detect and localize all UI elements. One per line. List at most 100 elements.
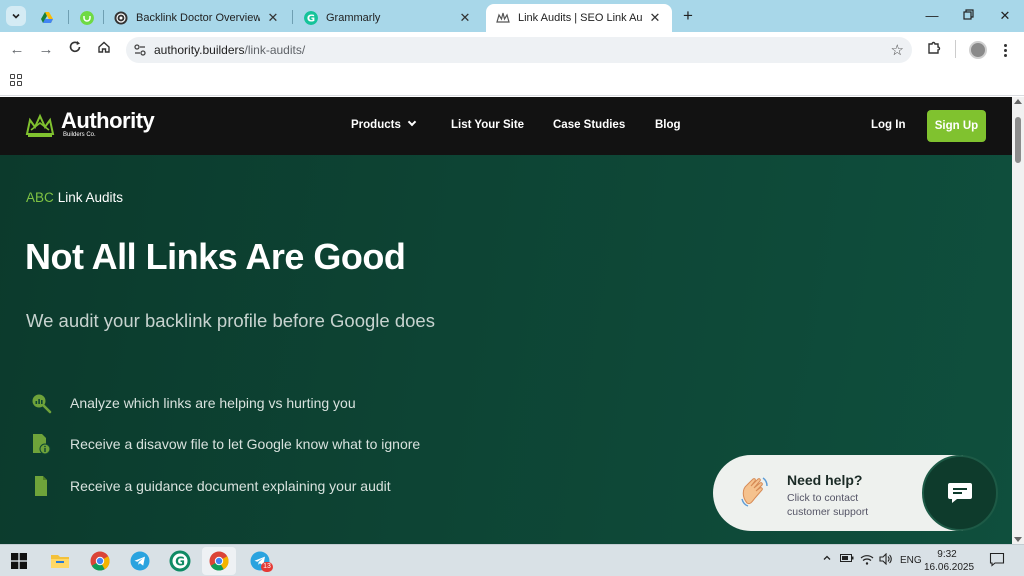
- scrollbar-thumb[interactable]: [1015, 117, 1021, 163]
- battery-icon[interactable]: [840, 553, 854, 566]
- tray-chevron-up-icon[interactable]: [822, 553, 832, 566]
- bookmark-star-icon[interactable]: ☆: [891, 41, 904, 59]
- signup-button[interactable]: Sign Up: [927, 110, 986, 142]
- chevron-down-icon: [12, 13, 20, 19]
- svg-text:G: G: [307, 14, 315, 25]
- grammarly-icon: G: [169, 550, 191, 572]
- scroll-down-arrow-icon[interactable]: [1014, 537, 1022, 542]
- profile-avatar[interactable]: [969, 41, 987, 59]
- waving-hand-icon: [741, 477, 768, 507]
- magnifier-chart-icon: [32, 394, 52, 414]
- site-header: Authority Builders Co. Products List You…: [0, 97, 1012, 155]
- nav-case-studies[interactable]: Case Studies: [553, 119, 625, 131]
- tab-title: Backlink Doctor Overview: [136, 12, 260, 24]
- taskbar-file-explorer[interactable]: [48, 549, 72, 573]
- tab-link-audits[interactable]: Link Audits | SEO Link Audit Ser ✕: [486, 4, 672, 32]
- hero-eyebrow: ABC Link Audits: [26, 190, 123, 205]
- nav-list-your-site[interactable]: List Your Site: [451, 119, 524, 131]
- notifications-icon[interactable]: [989, 552, 1005, 570]
- language-indicator[interactable]: ENG: [900, 555, 922, 566]
- toolbar-separator: [955, 40, 956, 58]
- chat-button[interactable]: [922, 455, 998, 531]
- url-path: /link-audits/: [244, 43, 306, 57]
- taskbar-clock[interactable]: 9:32 16.06.2025: [924, 548, 974, 574]
- browser-tab-strip: Backlink Doctor Overview ✕ G Grammarly ✕…: [0, 0, 1024, 32]
- speaker-icon[interactable]: [879, 552, 893, 568]
- eyebrow-label: Link Audits: [57, 190, 124, 205]
- start-button[interactable]: [7, 549, 31, 573]
- upwork-icon: [80, 11, 94, 25]
- browser-menu-button[interactable]: [999, 40, 1011, 60]
- plus-icon: +: [683, 6, 693, 25]
- nav-products[interactable]: Products: [351, 117, 417, 131]
- authority-builders-icon: [496, 12, 510, 23]
- reload-button[interactable]: [65, 40, 85, 60]
- minimize-button[interactable]: —: [922, 6, 942, 26]
- apps-grid-icon[interactable]: [10, 74, 22, 86]
- forward-button[interactable]: →: [36, 40, 56, 60]
- restore-button[interactable]: [958, 6, 978, 26]
- web-page: Authority Builders Co. Products List You…: [0, 97, 1012, 544]
- backlink-doctor-icon: [114, 11, 128, 25]
- eyebrow-abc: ABC: [26, 190, 54, 205]
- help-subtitle: Click to contact customer support: [787, 492, 869, 518]
- chevron-down-icon: [407, 117, 417, 127]
- folder-icon: [51, 555, 69, 568]
- home-button[interactable]: [94, 40, 114, 60]
- puzzle-icon: [928, 41, 941, 54]
- tab-backlink-doctor[interactable]: Backlink Doctor Overview ✕: [104, 4, 290, 32]
- site-logo[interactable]: Authority Builders Co.: [25, 110, 155, 139]
- tab-upwork[interactable]: [70, 4, 102, 32]
- back-button[interactable]: ←: [7, 40, 27, 60]
- menu-dot: [1003, 53, 1007, 57]
- logo-subtitle: Builders Co.: [63, 132, 96, 138]
- tab-grammarly[interactable]: G Grammarly ✕: [294, 4, 482, 32]
- scroll-up-arrow-icon[interactable]: [1014, 99, 1022, 104]
- close-icon: ✕: [999, 8, 1011, 23]
- close-window-button[interactable]: ✕: [995, 6, 1015, 26]
- svg-text:G: G: [175, 555, 185, 569]
- chrome-icon: [90, 551, 110, 571]
- taskbar-chrome[interactable]: [88, 549, 112, 573]
- url-host: authority.builders: [154, 43, 245, 57]
- grid-cell: [10, 74, 15, 79]
- taskbar-grammarly[interactable]: G: [168, 549, 192, 573]
- extensions-button[interactable]: [926, 40, 946, 60]
- tab-title: Link Audits | SEO Link Audit Ser: [518, 12, 642, 24]
- feature-item: Receive a disavow file to let Google kno…: [30, 432, 420, 456]
- logo-text: Authority Builders Co.: [61, 110, 155, 139]
- chrome-icon: [209, 551, 229, 571]
- feature-item: Analyze which links are helping vs hurti…: [30, 391, 356, 415]
- arrow-left-icon: ←: [9, 41, 25, 58]
- new-tab-button[interactable]: +: [678, 6, 698, 26]
- close-icon[interactable]: ✕: [266, 10, 280, 26]
- tab-google-drive[interactable]: [30, 4, 68, 32]
- reload-icon: [69, 41, 81, 53]
- file-info-icon: [33, 434, 51, 455]
- feature-text: Receive a guidance document explaining y…: [70, 478, 391, 494]
- taskbar-telegram[interactable]: [128, 549, 152, 573]
- tab-separator: [68, 10, 69, 24]
- tab-search-button[interactable]: [6, 6, 26, 26]
- site-settings-icon[interactable]: [132, 42, 148, 58]
- page-scrollbar[interactable]: [1012, 97, 1024, 544]
- feature-text: Receive a disavow file to let Google kno…: [70, 436, 421, 452]
- taskbar-chrome-active[interactable]: [202, 547, 236, 575]
- close-icon[interactable]: ✕: [458, 10, 472, 26]
- grid-cell: [17, 81, 22, 86]
- nav-blog[interactable]: Blog: [655, 119, 681, 131]
- clock-time: 9:32: [937, 549, 957, 560]
- windows-taskbar: G 13 ENG 9:32 16.06.2025: [0, 544, 1024, 576]
- address-bar[interactable]: authority.builders/link-audits/ ☆: [126, 37, 912, 63]
- wifi-icon[interactable]: [860, 553, 874, 568]
- feature-text: Analyze which links are helping vs hurti…: [70, 395, 356, 411]
- hero-subtitle: We audit your backlink profile before Go…: [26, 310, 435, 331]
- telegram-icon: [130, 551, 150, 571]
- close-icon[interactable]: ✕: [648, 10, 662, 26]
- url-text: authority.builders/link-audits/: [154, 43, 305, 57]
- tab-title: Grammarly: [326, 12, 381, 24]
- nav-products-label: Products: [351, 119, 401, 131]
- taskbar-telegram-2[interactable]: 13: [248, 549, 273, 573]
- login-link[interactable]: Log In: [871, 119, 906, 131]
- restore-icon: [962, 9, 974, 20]
